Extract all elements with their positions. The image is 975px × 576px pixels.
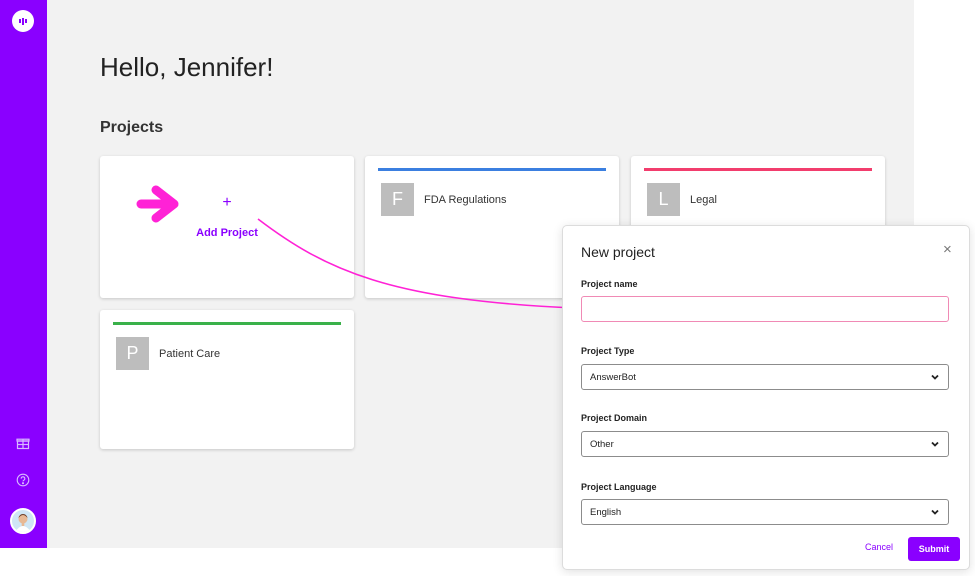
new-project-dialog: New project × Project name Project Type …: [562, 225, 970, 570]
cancel-button[interactable]: Cancel: [865, 542, 893, 552]
project-type-select[interactable]: AnswerBot: [581, 364, 949, 390]
project-color-stripe: [644, 168, 872, 171]
projects-heading: Projects: [100, 119, 164, 136]
project-type-label: Project Type: [581, 346, 635, 356]
project-domain-select[interactable]: Other: [581, 431, 949, 457]
project-language-select[interactable]: English: [581, 499, 949, 525]
add-icon: +: [222, 194, 232, 211]
project-initial-tile: F: [381, 183, 414, 216]
project-language-value: English: [590, 506, 622, 518]
project-name: Legal: [690, 194, 717, 206]
add-project-label: Add Project: [196, 227, 258, 239]
project-domain-value: Other: [590, 438, 614, 450]
greeting-heading: Hello, Jennifer!: [100, 52, 274, 82]
submit-button[interactable]: Submit: [908, 537, 960, 561]
chevron-down-icon: [931, 374, 939, 380]
project-type-value: AnswerBot: [590, 371, 636, 383]
chevron-down-icon: [931, 441, 939, 447]
project-name: Patient Care: [159, 348, 221, 360]
sidebar: [0, 0, 47, 548]
project-name-label: Project name: [581, 279, 638, 289]
project-domain-label: Project Domain: [581, 413, 648, 423]
dialog-title: New project: [581, 244, 655, 260]
help-icon[interactable]: [13, 470, 33, 490]
user-avatar[interactable]: [10, 508, 36, 534]
project-name: FDA Regulations: [424, 194, 507, 206]
logo-icon[interactable]: [12, 10, 34, 32]
close-icon[interactable]: ×: [943, 242, 952, 257]
gift-icon[interactable]: [13, 433, 33, 453]
project-color-stripe: [378, 168, 606, 171]
project-language-label: Project Language: [581, 482, 657, 492]
add-project-card[interactable]: + Add Project: [100, 156, 354, 298]
project-initial-tile: L: [647, 183, 680, 216]
project-color-stripe: [113, 322, 341, 325]
project-name-input[interactable]: [581, 296, 949, 322]
project-initial-tile: P: [116, 337, 149, 370]
project-card-patient-care[interactable]: P Patient Care: [100, 310, 354, 449]
chevron-down-icon: [931, 509, 939, 515]
